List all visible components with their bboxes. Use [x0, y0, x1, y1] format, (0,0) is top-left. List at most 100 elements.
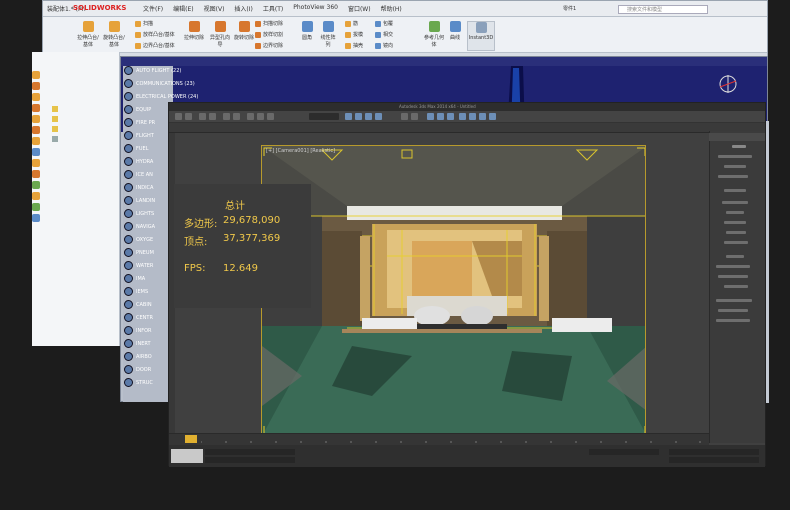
viewport-label[interactable]: [+] [Camera001] [Realistic]: [266, 148, 335, 154]
revolve-boss-button[interactable]: 旋转凸台/基体: [103, 21, 125, 48]
percent-snap-icon[interactable]: [365, 113, 372, 120]
tool-icon[interactable]: [32, 126, 40, 134]
tool-icon[interactable]: [32, 71, 40, 79]
extrude-boss-button[interactable]: 拉伸凸台/基体: [77, 21, 99, 48]
redo-icon[interactable]: [185, 113, 192, 120]
tree-node[interactable]: [52, 134, 58, 144]
scale-icon[interactable]: [267, 113, 274, 120]
mirror-icon[interactable]: [401, 113, 408, 120]
align-icon[interactable]: [411, 113, 418, 120]
time-slider[interactable]: [169, 433, 709, 445]
menu-photoview[interactable]: PhotoView 360: [293, 4, 338, 13]
tool-icon[interactable]: [32, 115, 40, 123]
tool-icon[interactable]: [32, 82, 40, 90]
sweep-button[interactable]: 扫描: [135, 20, 153, 27]
menu-insert[interactable]: 插入(I): [234, 4, 252, 13]
command-row[interactable]: [718, 275, 748, 278]
schematic-icon[interactable]: [447, 113, 454, 120]
fillet-button[interactable]: 圆角: [299, 21, 315, 41]
coordinate-fields[interactable]: [589, 449, 659, 455]
menu-window[interactable]: 窗口(W): [348, 4, 371, 13]
swept-cut-button[interactable]: 扫描切除: [255, 20, 283, 27]
select-region-icon[interactable]: [233, 113, 240, 120]
command-row[interactable]: [716, 319, 750, 322]
hole-wizard-button[interactable]: 异型孔向导: [209, 21, 231, 48]
render-setup-icon[interactable]: [469, 113, 476, 120]
shell-button[interactable]: 抽壳: [345, 42, 363, 49]
command-panel-tabs[interactable]: [709, 133, 765, 141]
playback-controls[interactable]: [669, 449, 759, 455]
tree-item[interactable]: COMMUNICATIONS (23): [122, 78, 422, 91]
linear-pattern-button[interactable]: 线性阵列: [319, 21, 337, 48]
revolve-cut-button[interactable]: 旋转切除: [233, 21, 255, 41]
tree-node[interactable]: [52, 114, 58, 124]
loft-boss-button[interactable]: 放样凸台/基体: [135, 31, 175, 38]
select-icon[interactable]: [223, 113, 230, 120]
menu-edit[interactable]: 编辑(E): [173, 4, 193, 13]
rib-button[interactable]: 筋: [345, 20, 358, 27]
boundary-cut-button[interactable]: 边界切除: [255, 42, 283, 49]
reference-geometry-button[interactable]: 参考几何体: [423, 21, 445, 48]
angle-snap-icon[interactable]: [355, 113, 362, 120]
undo-icon[interactable]: [175, 113, 182, 120]
material-editor-icon[interactable]: [459, 113, 466, 120]
compass-icon[interactable]: [717, 73, 739, 95]
search-input[interactable]: 搜索文件和模型: [618, 5, 708, 14]
render-icon[interactable]: [489, 113, 496, 120]
tool-icon[interactable]: [32, 104, 40, 112]
link-icon[interactable]: [199, 113, 206, 120]
modify-icon[interactable]: [732, 145, 746, 148]
menu-file[interactable]: 文件(F): [143, 4, 163, 13]
command-row[interactable]: [722, 201, 748, 204]
menu-tools[interactable]: 工具(T): [263, 4, 283, 13]
instant3d-button[interactable]: Instant3D: [467, 21, 495, 51]
camera-viewport[interactable]: [+] [Camera001] [Realistic]: [261, 145, 646, 435]
tool-icon[interactable]: [32, 192, 40, 200]
command-row[interactable]: [726, 255, 744, 258]
command-row[interactable]: [718, 155, 752, 158]
command-row[interactable]: [716, 299, 752, 302]
boundary-boss-button[interactable]: 边界凸台/基体: [135, 42, 175, 49]
tree-node[interactable]: [52, 124, 58, 134]
maxscript-listener[interactable]: [171, 449, 203, 463]
unlink-icon[interactable]: [209, 113, 216, 120]
tool-icon[interactable]: [32, 181, 40, 189]
tool-icon[interactable]: [32, 137, 40, 145]
curves-button[interactable]: 曲线: [447, 21, 463, 41]
command-row[interactable]: [716, 265, 750, 268]
tool-icon[interactable]: [32, 170, 40, 178]
reference-coord-dropdown[interactable]: [309, 113, 339, 120]
command-row[interactable]: [718, 175, 748, 178]
tree-node[interactable]: [52, 104, 58, 114]
intersect-button[interactable]: 相交: [375, 31, 393, 38]
command-row[interactable]: [724, 241, 748, 244]
command-row[interactable]: [726, 231, 746, 234]
tree-item[interactable]: AUTO FLIGHT (22): [122, 65, 422, 78]
rotate-icon[interactable]: [257, 113, 264, 120]
draft-button[interactable]: 拔模: [345, 31, 363, 38]
spinner-snap-icon[interactable]: [375, 113, 382, 120]
mirror-button[interactable]: 镜向: [375, 42, 393, 49]
command-row[interactable]: [718, 309, 748, 312]
curve-editor-icon[interactable]: [437, 113, 444, 120]
command-row[interactable]: [724, 285, 748, 288]
command-row[interactable]: [724, 221, 746, 224]
snap-icon[interactable]: [345, 113, 352, 120]
wrap-button[interactable]: 包覆: [375, 20, 393, 27]
command-row[interactable]: [724, 189, 746, 192]
layer-icon[interactable]: [427, 113, 434, 120]
viewport-navigation[interactable]: [669, 457, 759, 463]
time-scrubber[interactable]: [185, 435, 197, 443]
render-frame-icon[interactable]: [479, 113, 486, 120]
menu-view[interactable]: 视图(V): [204, 4, 225, 13]
lofted-cut-button[interactable]: 放样切割: [255, 31, 283, 38]
command-row[interactable]: [726, 211, 744, 214]
tool-icon[interactable]: [32, 93, 40, 101]
tool-icon[interactable]: [32, 214, 40, 222]
command-row[interactable]: [724, 165, 746, 168]
menu-help[interactable]: 帮助(H): [381, 4, 402, 13]
tool-icon[interactable]: [32, 203, 40, 211]
move-icon[interactable]: [247, 113, 254, 120]
tool-icon[interactable]: [32, 148, 40, 156]
tool-icon[interactable]: [32, 159, 40, 167]
